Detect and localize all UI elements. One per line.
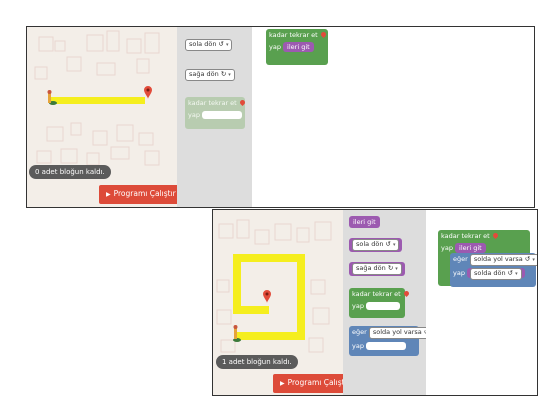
blocks-left-status: 1 adet bloğun kaldı. (216, 355, 298, 369)
run-program-label: Programı Çalıştır (287, 378, 350, 387)
move-forward-label: ileri git (353, 218, 376, 226)
do-label: yap (188, 111, 200, 119)
maze-area: 0 adet bloğun kaldı. ▶ Programı Çalıştır (27, 27, 183, 207)
toolbox: sola dön ↺ ▾ sağa dön ↻ ▾ kadar tekrar et … (177, 27, 252, 207)
if-label: eğer (352, 328, 367, 336)
repeat-until-label: kadar tekrar et (441, 232, 490, 240)
toolbox-if-block[interactable]: eğer solda yol varsa ↺▾ yap (349, 326, 438, 356)
dropdown-caret-icon: ▾ (395, 266, 398, 272)
toolbox-turn-right-block[interactable]: sağa dön ↻ ▾ (349, 262, 405, 276)
dropdown-caret-icon: ▾ (532, 257, 535, 263)
statement-slot (202, 111, 243, 119)
maze-panel-1: 0 adet bloğun kaldı. ▶ Programı Çalıştır … (26, 26, 535, 208)
map-pin-icon (491, 231, 499, 240)
statement-slot (366, 302, 401, 310)
statement-slot (366, 342, 407, 350)
toolbox-move-forward-block[interactable]: ileri git (349, 216, 380, 228)
turn-left-label: sola dön ↺ (189, 40, 224, 48)
toolbox: ileri git sola dön ↺ ▾ sağa dön ↻ ▾ kadar … (343, 210, 438, 395)
toolbox-turn-left-block[interactable]: sola dön ↺ ▾ (185, 39, 233, 51)
maze-area: 1 adet bloğun kaldı. ▶ Programı Çalıştır (213, 210, 357, 395)
map-pin-icon (238, 98, 246, 107)
dropdown-caret-icon: ▾ (225, 42, 229, 48)
if-label: eğer (453, 255, 468, 263)
do-label: yap (352, 342, 364, 350)
turn-right-label: sağa dön ↻ (356, 264, 394, 272)
toolbox-turn-right-block[interactable]: sağa dön ↻ ▾ (185, 69, 235, 81)
repeat-until-label: kadar tekrar et (269, 31, 318, 39)
turn-left-label: solda dön ↺ (474, 269, 514, 277)
do-label: yap (453, 269, 465, 277)
maze-panel-2: 1 adet bloğun kaldı. ▶ Programı Çalıştır … (212, 209, 538, 396)
workspace-repeat-until-block[interactable]: kadar tekrar et yap ileri git (266, 29, 328, 65)
play-icon: ▶ (280, 380, 285, 387)
workspace-if-block[interactable]: eğer solda yol varsa ↺ ▾ yap solda dön ↺ ▾ (450, 253, 537, 287)
path-left-condition: solda yol varsa ↺ (372, 328, 430, 336)
path-left-condition: solda yol varsa ↺ (473, 255, 531, 263)
dropdown-caret-icon: ▾ (392, 242, 396, 248)
run-program-button[interactable]: ▶ Programı Çalıştır (99, 185, 183, 204)
maze-path (51, 97, 145, 104)
repeat-until-label: kadar tekrar et (188, 99, 237, 107)
toolbox-turn-left-block[interactable]: sola dön ↺ ▾ (349, 238, 403, 252)
do-label: yap (269, 43, 281, 51)
move-forward-label: ileri git (459, 244, 482, 252)
move-forward-block[interactable]: ileri git (455, 243, 486, 253)
move-forward-block[interactable]: ileri git (283, 42, 314, 52)
maze-background (34, 30, 160, 166)
do-label: yap (352, 302, 364, 310)
do-label: yap (441, 244, 453, 252)
map-pin-icon (263, 290, 271, 303)
dropdown-caret-icon: ▾ (228, 72, 231, 78)
toolbox-repeat-until-block[interactable]: kadar tekrar et yap (185, 97, 246, 129)
toolbox-repeat-until-block[interactable]: kadar tekrar et yap (349, 288, 410, 318)
turn-right-label: sağa dön ↻ (189, 70, 227, 78)
map-pin-icon (144, 86, 152, 99)
dropdown-caret-icon: ▾ (515, 271, 518, 277)
turn-left-label: sola dön ↺ (356, 240, 391, 248)
workspace: kadar tekrar et yap ileri git (252, 27, 534, 207)
workspace: kadar tekrar et yap ileri git eğer solda… (426, 210, 537, 395)
map-pin-icon (319, 30, 327, 39)
run-program-label: Programı Çalıştır (113, 189, 176, 198)
move-forward-label: ileri git (287, 43, 310, 51)
blocks-left-status: 0 adet bloğun kaldı. (29, 165, 111, 179)
map-pin-icon (402, 289, 410, 298)
repeat-until-label: kadar tekrar et (352, 290, 401, 298)
play-icon: ▶ (106, 191, 111, 198)
turn-left-block[interactable]: solda dön ↺ ▾ (467, 268, 525, 280)
